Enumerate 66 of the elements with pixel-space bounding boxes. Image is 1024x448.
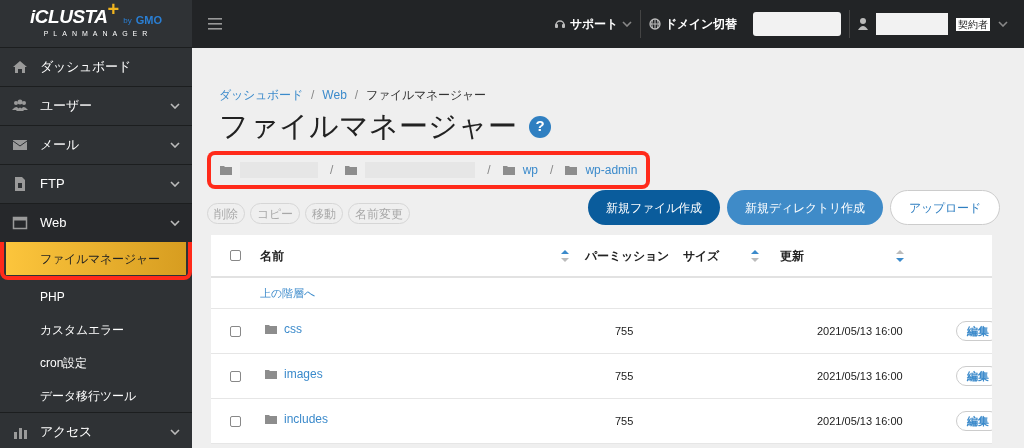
menu-icon	[208, 18, 222, 30]
folder-link[interactable]: css	[284, 319, 302, 338]
sidebar-item[interactable]: FTP	[0, 165, 192, 203]
sidebar-item[interactable]: ユーザー	[0, 87, 192, 125]
breadcrumb-separator: /	[354, 87, 359, 104]
logo-maker: GMO	[135, 15, 162, 27]
sidebar-item[interactable]: アクセス	[0, 413, 192, 448]
checkbox[interactable]	[230, 370, 241, 382]
support-menu[interactable]: サポート	[570, 15, 618, 33]
sidebar-item[interactable]: ダッシュボード	[0, 48, 192, 86]
folder-icon	[345, 165, 358, 175]
breadcrumb-separator: /	[311, 87, 315, 104]
users-icon	[12, 98, 28, 114]
create-button[interactable]: 新規ディレクトリ作成	[727, 190, 883, 225]
home-icon	[12, 59, 28, 75]
path-separator: /	[550, 162, 554, 179]
sidebar-subitem[interactable]: cron設定	[0, 346, 192, 379]
domain-switch-link[interactable]: ドメイン切替	[665, 15, 737, 33]
sidebar-item[interactable]: メール	[0, 126, 192, 164]
sidebar-subitem[interactable]: ファイルマネージャー	[6, 242, 186, 275]
role-badge: 契約者	[956, 17, 990, 31]
chevron-icon	[998, 21, 1008, 27]
column-header[interactable]: パーミッション	[585, 246, 669, 265]
create-button[interactable]: アップロード	[890, 190, 1000, 225]
folder-icon	[265, 413, 277, 424]
breadcrumb-current: ファイルマネージャー	[366, 87, 487, 104]
checkbox[interactable]	[230, 250, 241, 261]
chevron-icon	[622, 21, 632, 27]
table-cell: 755	[615, 369, 634, 382]
folder-icon	[502, 165, 515, 175]
logo-wordmark: iCLUSTA	[30, 7, 108, 27]
path-separator: /	[330, 162, 334, 179]
folder-link[interactable]: includes	[284, 409, 329, 428]
user-icon	[858, 18, 868, 30]
folder-icon	[565, 165, 578, 175]
sidebar-subitem[interactable]: カスタムエラー	[0, 313, 192, 346]
create-button[interactable]: 新規ファイル作成	[588, 190, 720, 225]
table-cell: 755	[615, 414, 634, 427]
column-header[interactable]: サイズ	[683, 246, 719, 265]
table-cell: 2021/05/13 16:00	[817, 369, 903, 382]
checkbox[interactable]	[230, 415, 241, 427]
globe-icon	[649, 18, 661, 30]
headset-icon	[554, 18, 566, 30]
page-title: ファイルマネージャー	[219, 112, 517, 141]
window-icon	[12, 215, 28, 231]
checkbox[interactable]	[230, 325, 241, 337]
mail-icon	[12, 137, 28, 153]
folder-icon	[265, 368, 277, 379]
sidebar-subitem[interactable]: PHP	[0, 280, 192, 313]
help-icon[interactable]: ?	[529, 115, 551, 138]
folder-link[interactable]: images	[284, 364, 323, 383]
logo-plus: +	[107, 0, 120, 20]
column-header[interactable]: 名前	[260, 246, 284, 265]
sidebar-item[interactable]: Web	[0, 204, 192, 242]
path-separator: /	[487, 162, 491, 179]
table-cell: 2021/05/13 16:00	[817, 324, 903, 337]
folder-icon	[265, 323, 277, 334]
parent-directory-link[interactable]: 上の階層へ	[260, 284, 315, 302]
folder-icon	[220, 165, 232, 175]
column-header[interactable]: 更新	[780, 246, 804, 265]
table-cell: 755	[615, 324, 634, 337]
redacted-block	[876, 13, 948, 35]
table-cell: 2021/05/13 16:00	[817, 414, 903, 427]
logo-by: by	[123, 17, 132, 26]
file-icon	[12, 176, 28, 192]
sidebar-subitem[interactable]: データ移行ツール	[0, 379, 192, 412]
